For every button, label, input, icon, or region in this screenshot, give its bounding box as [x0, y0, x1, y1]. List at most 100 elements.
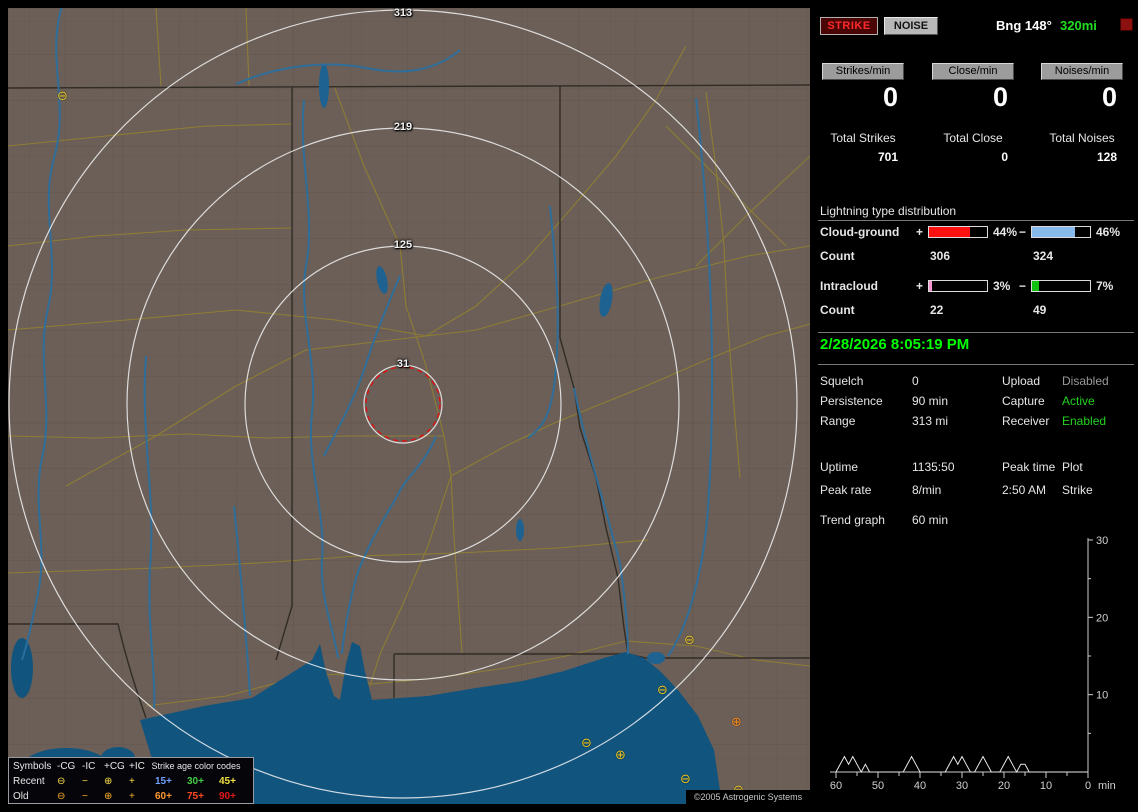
total-noises-value: 128	[1096, 150, 1117, 164]
datetime-readout: 2/28/2026 8:05:19 PM	[820, 336, 970, 353]
total-close-label: Total Close	[943, 131, 1003, 145]
legend-symbols-header: Symbols	[13, 761, 52, 772]
total-strikes-value: 701	[877, 150, 898, 164]
total-strikes-label: Total Strikes	[830, 131, 896, 145]
strikes-per-min-header[interactable]: Strikes/min	[822, 63, 904, 80]
close-per-min-header[interactable]: Close/min	[932, 63, 1014, 80]
cg-negative-bar	[1031, 226, 1091, 238]
range-value: 313 mi	[912, 414, 949, 428]
x-tick-label: 40	[914, 780, 926, 792]
ic-positive-pct: 3%	[993, 279, 1011, 293]
legend-old-row: Old ⊖ − ⊕ +60+ 75+ 90+	[9, 789, 253, 804]
range-label: Range	[820, 414, 856, 428]
range-ring-label: 31	[396, 358, 410, 370]
legend-strike-symbol: +	[129, 791, 135, 802]
bearing-range-readout: 320mi	[1060, 18, 1097, 33]
x-tick-label: 50	[872, 780, 884, 792]
total-noises-label: Total Noises	[1049, 131, 1115, 145]
legend-neg-ic-header: -IC	[82, 761, 96, 772]
receiver-label: Receiver	[1002, 414, 1050, 428]
trend-window-value: 60 min	[912, 513, 949, 527]
legend-strike-symbol: ⊖	[57, 791, 66, 802]
legend-strike-symbol: ⊕	[104, 776, 113, 787]
x-tick-label: 20	[998, 780, 1010, 792]
legend-age-code: 15+	[155, 776, 172, 787]
separator	[818, 332, 1134, 333]
range-ring-label: 313	[393, 8, 413, 19]
upload-label: Upload	[1002, 374, 1041, 388]
ic-positive-bar	[928, 280, 988, 292]
peak-rate-label: Peak rate	[820, 483, 872, 497]
x-tick-label: 60	[830, 780, 842, 792]
plus-sign: +	[916, 279, 924, 293]
intracloud-label: Intracloud	[820, 279, 879, 293]
persistence-value: 90 min	[912, 394, 949, 408]
strike-symbol: ⊖	[57, 89, 68, 104]
trend-graph: 60 50 40 30 20 10 0 min 30 20 10	[830, 535, 1116, 792]
y-tick-label: 30	[1096, 535, 1108, 547]
legend-strike-symbol: −	[82, 776, 88, 787]
cg-positive-pct: 44%	[993, 225, 1018, 239]
legend-strike-symbol: −	[82, 791, 88, 802]
cg-count-label: Count	[820, 249, 855, 263]
legend-age-title: Strike age color codes	[151, 761, 241, 771]
copyright-notice: ©2005 Astrogenic Systems	[686, 790, 810, 804]
close-per-min-value: 0	[992, 82, 1008, 112]
x-axis-unit: min	[1098, 780, 1116, 792]
x-tick-label: 0	[1085, 780, 1091, 792]
alarm-indicator	[1120, 18, 1133, 31]
strike-symbol: ⊕	[615, 748, 626, 763]
peak-time-label: Peak time	[1002, 460, 1056, 474]
cg-negative-pct: 46%	[1096, 225, 1121, 239]
legend-neg-cg-header: -CG	[57, 761, 76, 772]
capture-label: Capture	[1002, 394, 1045, 408]
total-close-value: 0	[1001, 150, 1008, 164]
strikes-per-min-value: 0	[882, 82, 898, 112]
squelch-value: 0	[912, 374, 919, 388]
minus-sign: −	[1019, 225, 1027, 239]
y-tick-label: 20	[1096, 612, 1108, 624]
side-panel: STRIKE NOISE Bng 148° 320mi Strikes/min …	[816, 8, 1138, 804]
strike-symbol: ⊖	[581, 736, 592, 751]
noise-button[interactable]: NOISE	[884, 17, 938, 35]
uptime-label: Uptime	[820, 460, 859, 474]
minus-sign: −	[1019, 279, 1027, 293]
receiver-value: Enabled	[1062, 414, 1107, 428]
app-window: { "map": { "copyright": "©2005 Astrogeni…	[0, 0, 1138, 812]
ic-positive-count: 22	[930, 303, 944, 317]
x-tick-label: 10	[1040, 780, 1052, 792]
ic-negative-count: 49	[1033, 303, 1047, 317]
noises-per-min-value: 0	[1101, 82, 1117, 112]
legend-age-code: 90+	[219, 791, 236, 802]
legend-age-code: 45+	[219, 776, 236, 787]
plot-label: Plot	[1062, 460, 1083, 474]
plus-sign: +	[916, 225, 924, 239]
ic-negative-pct: 7%	[1096, 279, 1114, 293]
legend-strike-symbol: ⊕	[104, 791, 113, 802]
legend-header-row: Symbols -CG -IC +CG +IC Strike age color…	[9, 759, 253, 774]
squelch-label: Squelch	[820, 374, 864, 388]
legend-age-code: 30+	[187, 776, 204, 787]
strike-button[interactable]: STRIKE	[820, 17, 878, 35]
legend-age-code: 75+	[187, 791, 204, 802]
legend-age-code: 60+	[155, 791, 172, 802]
cg-positive-count: 306	[930, 249, 951, 263]
map[interactable]: Symbols -CG -IC +CG +IC Strike age color…	[8, 8, 810, 804]
legend-pos-cg-header: +CG	[104, 761, 125, 772]
y-tick-label: 10	[1096, 690, 1108, 702]
separator	[818, 364, 1134, 365]
strike-symbol: ⊖	[657, 683, 668, 698]
noises-per-min-header[interactable]: Noises/min	[1041, 63, 1123, 80]
legend-recent-row: Recent ⊖ − ⊕ +15+ 30+ 45+	[9, 774, 253, 789]
ic-count-label: Count	[820, 303, 855, 317]
peak-rate-value: 8/min	[912, 483, 942, 497]
cloud-ground-label: Cloud-ground	[820, 225, 900, 239]
strike-symbol: ⊖	[684, 633, 695, 648]
strike-symbol: ⊖	[680, 772, 691, 787]
map-legend: Symbols -CG -IC +CG +IC Strike age color…	[8, 757, 254, 804]
upload-value: Disabled	[1062, 374, 1109, 388]
capture-value: Active	[1062, 394, 1095, 408]
x-tick-label: 30	[956, 780, 968, 792]
peak-time-value: 2:50 AM	[1002, 483, 1047, 497]
legend-row-label: Recent	[13, 776, 45, 787]
